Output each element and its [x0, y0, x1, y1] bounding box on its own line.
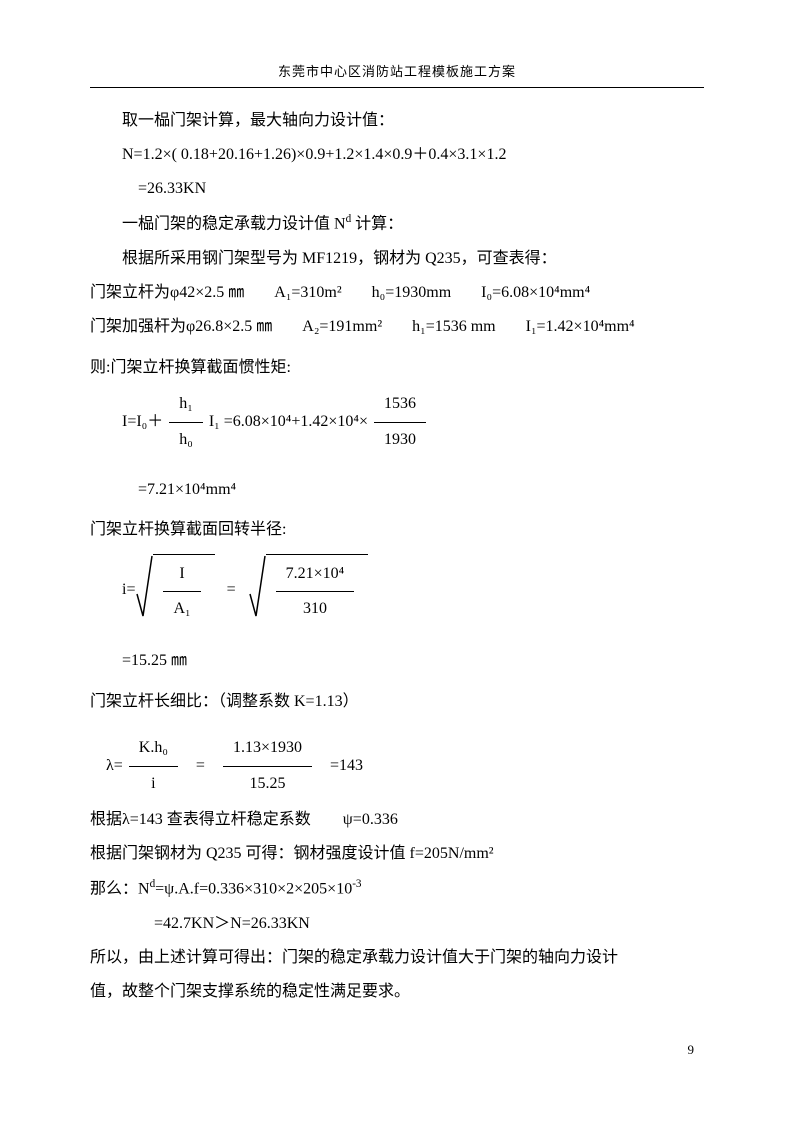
spec-value: A₁=310m²: [274, 278, 341, 308]
numerator: 1536: [374, 389, 426, 422]
spec-value: A₂=191mm²: [302, 312, 382, 342]
radicand: 7.21×10⁴ 310: [266, 554, 369, 627]
equation-block: I=I₀＋ h₁ h₀ I₁ =6.08×10⁴+1.42×10⁴× 1536 …: [90, 389, 704, 455]
text: 计算：: [351, 215, 403, 232]
text-line: 根据门架钢材为 Q235 可得：钢材强度设计值 f=205N/mm²: [90, 839, 704, 869]
text-line: 则:门架立杆换算截面惯性矩:: [90, 353, 704, 383]
radicand: I A₁: [153, 554, 214, 627]
numerator: 7.21×10⁴: [276, 559, 355, 592]
sqrt: 7.21×10⁴ 310: [248, 554, 369, 627]
numerator: K.h₀: [129, 733, 178, 766]
denominator: 15.25: [223, 767, 312, 799]
page-header: 东莞市中心区消防站工程模板施工方案: [90, 60, 704, 88]
spec-label: 门架立杆为φ42×2.5 ㎜: [90, 278, 244, 308]
text: =ψ.A.f=0.336×310×2×205×10: [155, 880, 352, 897]
spec-value: I₁=1.42×10⁴mm⁴: [526, 312, 635, 342]
equation-line: N=1.2×( 0.18+20.16+1.26)×0.9+1.2×1.4×0.9…: [90, 140, 704, 170]
spec-value: h₀=1930mm: [372, 278, 452, 308]
equation-block: λ= K.h₀ i = 1.13×1930 15.25 =143: [90, 733, 704, 799]
page-number: 9: [688, 1038, 695, 1063]
spec-label: 门架加强杆为φ26.8×2.5 ㎜: [90, 312, 272, 342]
text-line: 取一榀门架计算，最大轴向力设计值：: [90, 106, 704, 136]
text-line: 所以，由上述计算可得出：门架的稳定承载力设计值大于门架的轴向力设计: [90, 943, 704, 973]
eq-left: λ=: [106, 751, 123, 781]
text: 那么：N: [90, 880, 150, 897]
eq-result: =143: [330, 751, 363, 781]
fraction: 7.21×10⁴ 310: [276, 559, 355, 625]
denominator: i: [129, 767, 178, 799]
fraction: h₁ h₀: [169, 389, 203, 455]
spec-row: 门架加强杆为φ26.8×2.5 ㎜ A₂=191mm² h₁=1536 mm I…: [90, 312, 704, 342]
fraction: 1.13×1930 15.25: [223, 733, 312, 799]
spec-value: I₀=6.08×10⁴mm⁴: [481, 278, 590, 308]
equation-block: i= I A₁ = 7.21×10⁴ 310: [90, 554, 704, 627]
numerator: I: [163, 559, 200, 592]
text-line: 值，故整个门架支撑系统的稳定性满足要求。: [90, 977, 704, 1007]
sqrt: I A₁: [135, 554, 214, 627]
spec-row: 门架立杆为φ42×2.5 ㎜ A₁=310m² h₀=1930mm I₀=6.0…: [90, 278, 704, 308]
eq-mid: I₁ =6.08×10⁴+1.42×10⁴×: [209, 407, 368, 437]
text: 一榀门架的稳定承载力设计值 N: [122, 215, 346, 232]
text-line: 门架立杆长细比：（调整系数 K=1.13）: [90, 687, 704, 717]
equation-result: =26.33KN: [90, 174, 704, 204]
denominator: 1930: [374, 423, 426, 455]
equation-result: =7.21×10⁴mm⁴: [90, 475, 704, 505]
numerator: h₁: [169, 389, 203, 422]
radical-icon: [135, 554, 153, 618]
denominator: 310: [276, 592, 355, 624]
superscript: -3: [352, 878, 361, 890]
eq-left: I=I₀＋: [122, 407, 163, 437]
text-line: 根据所采用钢门架型号为 MF1219，钢材为 Q235，可查表得：: [90, 244, 704, 274]
radical-icon: [248, 554, 266, 618]
spec-value: h₁=1536 mm: [412, 312, 496, 342]
fraction: K.h₀ i: [129, 733, 178, 799]
eq-left: i=: [122, 575, 135, 605]
text-line: 那么：Nd=ψ.A.f=0.336×310×2×205×10-3: [90, 874, 704, 905]
denominator: A₁: [163, 592, 200, 624]
equation-result: =15.25 ㎜: [90, 646, 704, 676]
equation-result: =42.7KN＞N=26.33KN: [90, 909, 704, 939]
fraction: 1536 1930: [374, 389, 426, 455]
text-line: 门架立杆换算截面回转半径:: [90, 515, 704, 545]
text-line: 一榀门架的稳定承载力设计值 Nd 计算：: [90, 209, 704, 240]
denominator: h₀: [169, 423, 203, 455]
equals: =: [196, 751, 205, 781]
text-line: 根据λ=143 查表得立杆稳定系数 ψ=0.336: [90, 805, 704, 835]
fraction: I A₁: [163, 559, 200, 625]
equals: =: [227, 575, 236, 605]
numerator: 1.13×1930: [223, 733, 312, 766]
